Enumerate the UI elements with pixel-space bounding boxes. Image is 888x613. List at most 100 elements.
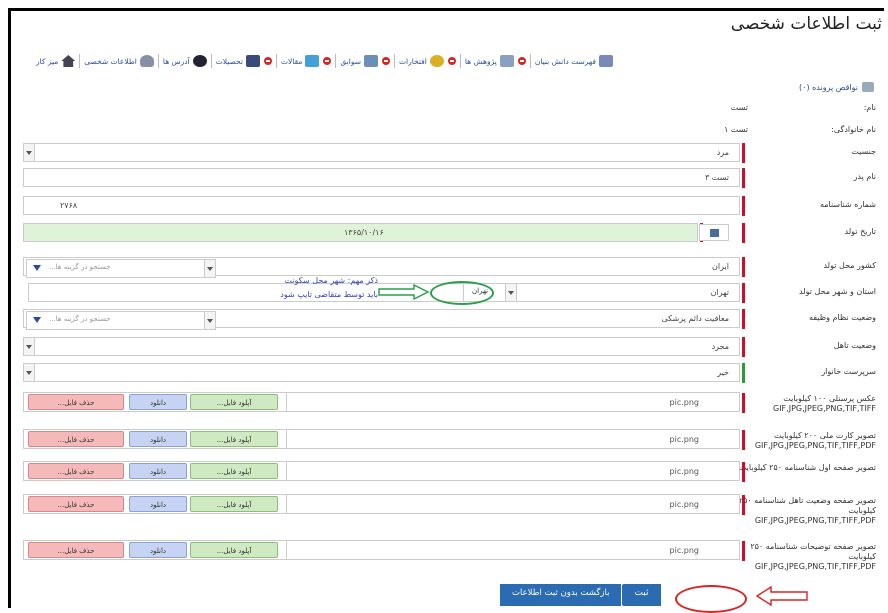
award-icon	[429, 55, 444, 67]
upload-button[interactable]: آپلود فایل...	[190, 463, 278, 479]
upload-label: عکس پرسنلی ۱۰۰ کیلوبایت GIF,JPG,JPEG,PNG…	[773, 394, 876, 413]
delete-file-button[interactable]: حذف فایل...	[28, 394, 124, 410]
download-button[interactable]: دانلود	[129, 542, 187, 558]
highlight-ellipse	[430, 281, 494, 305]
gender-select[interactable]: مرد	[23, 143, 740, 162]
submit-button[interactable]: ثبت	[622, 584, 661, 606]
birth-date-input[interactable]: ۱۳۶۵/۱۰/۱۶	[23, 223, 729, 242]
home-icon	[61, 55, 76, 67]
nav-label: تحصیلات	[215, 56, 243, 66]
divider	[394, 54, 395, 68]
delete-file-button[interactable]: حذف فایل...	[28, 431, 124, 447]
remove-icon[interactable]	[517, 57, 526, 65]
birth-country-row: کشور محل تولد ایران جستجو در گزینه ها...	[8, 256, 888, 278]
chevron-down-icon	[204, 312, 215, 329]
nav-personal-info[interactable]: اطلاعات شخصی	[84, 55, 154, 67]
nav-research[interactable]: پژوهش ها	[465, 55, 514, 67]
download-button[interactable]: دانلود	[129, 496, 187, 512]
file-name: pic.png	[669, 467, 699, 476]
nav-education[interactable]: تحصیلات	[216, 55, 260, 67]
last-name-row: نام خانوادگی: تست ۱	[8, 120, 888, 142]
guardian-select[interactable]: خیر	[23, 363, 740, 382]
nav-label: سوابق	[340, 56, 361, 66]
nav-dashboard[interactable]: میز کار	[36, 55, 76, 67]
required-marker	[742, 541, 745, 561]
nav-addresses[interactable]: آدرس ها	[163, 55, 207, 67]
divider	[459, 54, 461, 68]
upload-label: تصویر صفحه اول شناسنامه ۲۵۰ کیلوبایت	[738, 463, 876, 472]
gender-row: جنسیت مرد	[8, 142, 888, 164]
profile-deficiencies-link[interactable]: نواقص پرونده (۰)	[799, 82, 874, 92]
required-marker	[742, 495, 745, 515]
records-icon	[364, 55, 378, 67]
gender-value: مرد	[716, 148, 729, 157]
nav-label: افتخارات	[399, 56, 427, 66]
students-icon	[598, 55, 613, 67]
divider	[335, 54, 337, 68]
military-search-box[interactable]: جستجو در گزینه ها...	[26, 311, 216, 330]
birth-city-label: استان و شهر محل تولد	[799, 287, 876, 296]
filter-icon	[33, 317, 41, 327]
birth-country-select[interactable]: ایران جستجو در گزینه ها...	[23, 257, 740, 278]
military-value: معافیت دائم پزشکی	[661, 314, 729, 323]
father-name-label: نام پدر	[853, 172, 876, 181]
nav-awards[interactable]: افتخارات	[399, 55, 444, 67]
required-marker	[742, 283, 745, 303]
guardian-row: سرپرست خانوار خیر	[8, 362, 888, 384]
delete-file-button[interactable]: حذف فایل...	[28, 463, 124, 479]
marital-select[interactable]: مجرد	[23, 337, 740, 356]
document-icon	[862, 82, 874, 92]
filter-icon	[33, 265, 41, 275]
annotation-line: ذکر مهم: شهر محل سکونت	[284, 276, 378, 285]
link-label: نواقص پرونده (۰)	[799, 82, 858, 92]
arrow-right-icon	[378, 284, 430, 300]
delete-file-button[interactable]: حذف فایل...	[28, 542, 124, 558]
required-marker	[742, 363, 745, 383]
highlight-ellipse	[675, 585, 747, 613]
national-id-row: شماره شناسنامه ۲۷۶۸	[8, 195, 888, 217]
country-search-box[interactable]: جستجو در گزینه ها...	[26, 259, 216, 278]
upload-row: عکس پرسنلی ۱۰۰ کیلوبایت GIF,JPG,JPEG,PNG…	[8, 392, 888, 428]
first-name-value: تست	[730, 103, 748, 112]
upload-button[interactable]: آپلود فایل...	[190, 431, 278, 447]
download-button[interactable]: دانلود	[129, 463, 187, 479]
upload-button[interactable]: آپلود فایل...	[190, 394, 278, 410]
last-name-label: نام خانوادگی:	[831, 125, 876, 134]
nav-knowledge-list[interactable]: فهرست دانش بنیان	[535, 55, 613, 67]
download-button[interactable]: دانلود	[129, 394, 187, 410]
nav-records[interactable]: سوابق	[340, 55, 378, 67]
military-label: وضعیت نظام وظیفه	[808, 313, 876, 322]
national-id-input[interactable]: ۲۷۶۸	[23, 196, 740, 215]
remove-icon[interactable]	[447, 57, 456, 65]
upload-label: تصویر صفحه توضیحات شناسنامه ۲۵۰ کیلوبایت…	[750, 542, 876, 571]
remove-icon[interactable]	[382, 57, 390, 65]
back-without-save-button[interactable]: بازگشت بدون ثبت اطلاعات	[500, 584, 623, 606]
delete-file-button[interactable]: حذف فایل...	[28, 496, 124, 512]
divider	[210, 54, 212, 68]
required-marker	[742, 143, 745, 163]
divider	[79, 54, 81, 68]
upload-button[interactable]: آپلود فایل...	[190, 542, 278, 558]
file-name: pic.png	[669, 435, 699, 444]
chevron-down-icon	[204, 260, 215, 277]
upload-row: تصویر صفحه اول شناسنامه ۲۵۰ کیلوبایت pic…	[8, 461, 888, 495]
first-name-row: نام: تست	[8, 98, 888, 120]
chevron-down-icon	[24, 144, 35, 161]
required-marker	[742, 337, 745, 357]
upload-row: تصویر صفحه وضعیت تاهل شناسنامه ۲۵۰ کیلوب…	[8, 494, 888, 538]
last-name-value: تست ۱	[723, 125, 748, 134]
remove-icon[interactable]	[263, 57, 272, 65]
download-button[interactable]: دانلود	[129, 431, 187, 447]
calendar-icon[interactable]	[699, 224, 729, 241]
military-select[interactable]: معافیت دائم پزشکی جستجو در گزینه ها...	[23, 309, 740, 330]
father-name-input[interactable]: تست ۳	[23, 168, 740, 187]
father-name-value: تست ۳	[704, 173, 729, 182]
nav-articles[interactable]: مقالات	[281, 55, 320, 67]
required-marker	[742, 462, 745, 482]
education-icon	[245, 55, 260, 67]
nav-label: پژوهش ها	[464, 56, 497, 66]
upload-button[interactable]: آپلود فایل...	[190, 496, 278, 512]
marital-row: وضعیت تاهل مجرد	[8, 336, 888, 358]
required-marker	[742, 196, 745, 216]
remove-icon[interactable]	[323, 57, 332, 65]
